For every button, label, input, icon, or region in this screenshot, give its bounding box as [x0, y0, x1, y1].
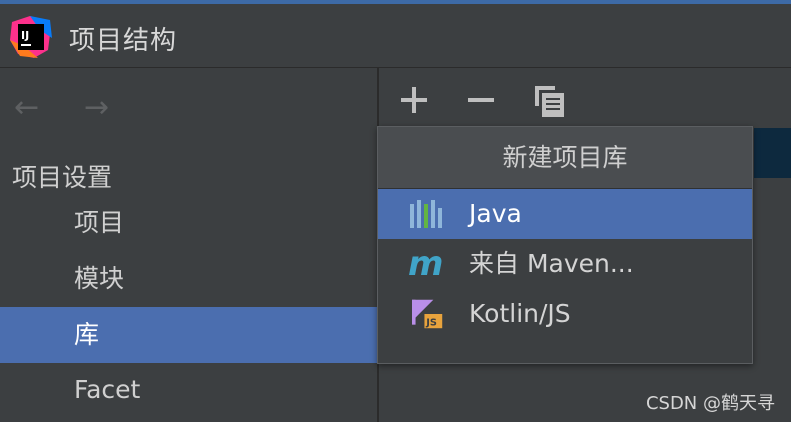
- popup-item-label: 来自 Maven...: [469, 249, 634, 278]
- plus-icon[interactable]: [394, 80, 434, 120]
- new-library-popup: 新建项目库 Java m 来自 Maven... JS Kotlin/JS: [377, 126, 753, 364]
- popup-item-label: Java: [469, 199, 522, 228]
- copy-icon[interactable]: [529, 80, 569, 120]
- intellij-logo-icon: IJ: [10, 16, 52, 58]
- sidebar-item-project[interactable]: 项目: [0, 195, 377, 251]
- settings-sidebar: ← → 项目设置 项目 模块 库 Facet: [0, 68, 379, 422]
- sidebar-item-facet[interactable]: Facet: [0, 362, 377, 418]
- arrow-right-icon[interactable]: →: [84, 90, 109, 125]
- sidebar-item-label: 项目: [74, 208, 125, 237]
- sidebar-item-modules[interactable]: 模块: [0, 251, 377, 307]
- popup-item-maven[interactable]: m 来自 Maven...: [378, 239, 752, 289]
- list-selection-strip: [754, 128, 791, 178]
- svg-text:m: m: [408, 248, 443, 280]
- popup-title: 新建项目库: [378, 127, 752, 189]
- sidebar-item-label: 库: [74, 320, 100, 349]
- popup-item-java[interactable]: Java: [378, 189, 752, 239]
- minus-icon[interactable]: [461, 80, 501, 120]
- java-library-icon: [410, 200, 442, 228]
- popup-item-label: Kotlin/JS: [469, 299, 571, 328]
- arrow-left-icon[interactable]: ←: [14, 90, 39, 125]
- maven-icon: m: [408, 248, 443, 280]
- window-title: 项目结构: [69, 26, 178, 56]
- kotlin-js-icon: JS: [412, 299, 443, 329]
- sidebar-item-label: 模块: [74, 264, 125, 293]
- watermark: CSDN @鹤天寻: [645, 393, 775, 414]
- popup-list: Java m 来自 Maven... JS Kotlin/JS: [378, 189, 752, 339]
- sidebar-item-label: Facet: [74, 375, 141, 404]
- title-bar: IJ 项目结构: [0, 4, 791, 68]
- popup-item-kotlin-js[interactable]: JS Kotlin/JS: [378, 289, 752, 339]
- svg-text:IJ: IJ: [21, 29, 29, 42]
- section-label-project-settings: 项目设置: [12, 163, 113, 192]
- sidebar-item-libraries[interactable]: 库: [0, 307, 377, 363]
- svg-text:JS: JS: [425, 318, 437, 329]
